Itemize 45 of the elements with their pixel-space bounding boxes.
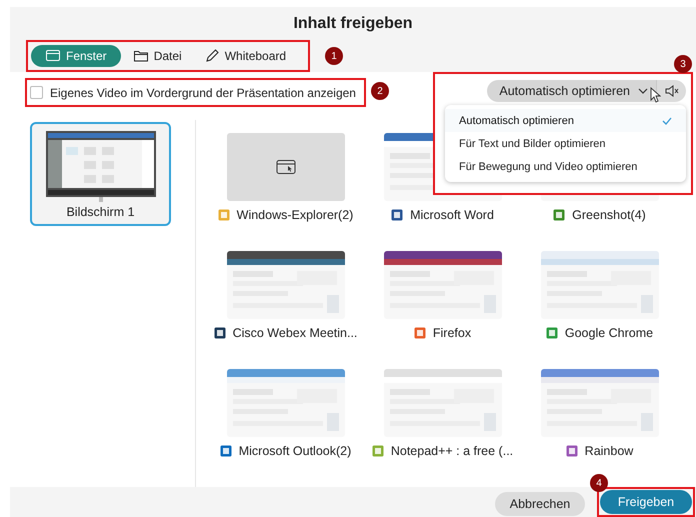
window-thumbnail[interactable] [226,133,344,201]
window-label[interactable]: Windows-Explorer(2) [236,208,354,222]
folder-icon [132,48,149,64]
app-icon [372,445,384,457]
cancel-button[interactable]: Abbrechen [495,492,585,516]
window-label[interactable]: Cisco Webex Meetin... [232,326,358,340]
check-icon [662,116,672,124]
tab[interactable]: Datei [122,45,192,67]
optimize-dropdown[interactable]: Automatisch optimieren [487,80,656,102]
app-icon [214,327,226,339]
menu-item[interactable]: Automatisch optimieren [445,109,686,132]
pencil-icon [204,48,220,64]
screen-label: Bildschirm 1 [66,205,135,219]
window-label[interactable]: Microsoft Outlook(2) [238,444,352,458]
checkbox[interactable] [30,86,43,99]
checkbox-label: Eigenes Video im Vordergrund der Präsentation anzeigen [50,86,356,100]
app-icon [391,209,404,221]
share-button[interactable]: Freigeben [600,490,692,514]
menu-item[interactable]: Für Text und Bilder optimieren [445,132,686,155]
annotation-badge: 2 [370,82,389,100]
annotation-badge: 1 [325,47,344,65]
window-label[interactable]: Rainbow [584,444,634,458]
window-label[interactable]: Notepad++ : a free (... [390,444,514,458]
app-icon [553,209,566,221]
app-icon [414,327,426,339]
monitor-stand-icon [98,197,102,202]
app-icon [218,209,230,221]
window-icon [45,48,61,64]
chevron-icon [638,88,648,94]
tab[interactable]: Fenster [31,45,121,67]
window-icon [276,159,296,175]
window-label[interactable]: Greenshot(4) [572,208,646,222]
app-icon [546,327,558,339]
screen-card[interactable]: Bildschirm 1 [30,122,171,226]
window-label[interactable]: Firefox [432,326,472,340]
speaker-muted-icon [664,84,680,98]
app-icon [566,445,578,457]
menu-item[interactable]: Für Bewegung und Video optimieren [445,155,686,178]
app-icon [220,445,232,457]
annotation-badge: 4 [590,474,608,492]
window-label[interactable]: Google Chrome [564,326,654,340]
tab[interactable]: Whiteboard [194,45,296,67]
window-label[interactable]: Microsoft Word [410,208,494,222]
dialog-title: Inhalt freigeben [292,14,414,34]
cursor-icon [650,87,661,103]
